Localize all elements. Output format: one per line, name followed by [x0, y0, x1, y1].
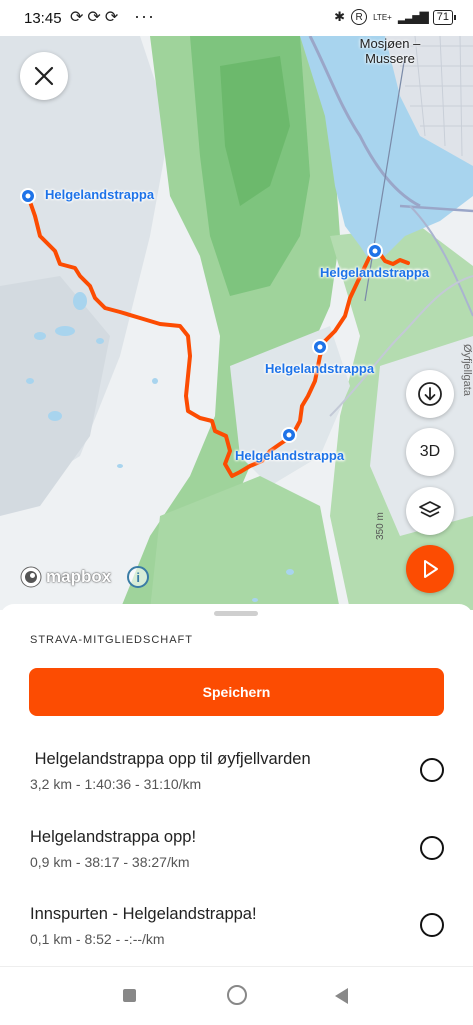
layers-button[interactable] — [406, 487, 454, 535]
sync-icons: ⟳ ⟳ ⟳ — [70, 9, 118, 27]
map-canvas — [0, 36, 473, 610]
segment-stats: 3,2 km - 1:40:36 - 31:10/km — [30, 776, 202, 792]
3d-label: 3D — [419, 443, 441, 460]
mapbox-wordmark: mapbox — [46, 567, 112, 586]
map-view[interactable]: Mosjøen – Mussere Øyfjellgata 350 m Helg… — [0, 36, 473, 610]
network-label: LTE+ — [373, 12, 392, 22]
more-notifications-icon: ··· — [134, 6, 155, 26]
segment-radio[interactable] — [420, 836, 444, 860]
segment-label[interactable]: Helgelandstrappa — [320, 265, 429, 280]
recents-icon[interactable] — [123, 989, 136, 1002]
battery-icon: 71 — [432, 9, 457, 25]
home-icon[interactable] — [227, 985, 247, 1005]
segment-marker-icon — [20, 188, 36, 204]
bluetooth-icon: ✱ — [334, 9, 346, 24]
download-button[interactable] — [406, 370, 454, 418]
system-nav-bar — [0, 966, 473, 1025]
segment-radio[interactable] — [420, 913, 444, 937]
sync-icon: ⟳ — [104, 9, 119, 26]
layers-icon — [419, 501, 441, 518]
close-button[interactable] — [20, 52, 68, 100]
segment-marker-icon — [312, 339, 328, 355]
save-button[interactable]: Speichern — [29, 668, 444, 716]
status-time: 13:45 — [24, 10, 62, 27]
download-icon — [418, 382, 442, 406]
sync-icon: ⟳ — [87, 9, 101, 26]
segment-name: Innspurten - Helgelandstrappa! — [30, 905, 257, 923]
segment-marker-icon — [367, 243, 383, 259]
close-icon — [34, 66, 54, 86]
segment-stats: 0,9 km - 38:17 - 38:27/km — [30, 854, 190, 870]
play-icon — [424, 560, 438, 578]
street-label: Øyfjellgata — [461, 344, 473, 396]
elevation-label: 350 m — [375, 512, 386, 540]
segment-label[interactable]: Helgelandstrappa — [265, 361, 374, 376]
mapbox-logo-icon — [20, 566, 42, 588]
play-flyover-button[interactable] — [406, 545, 454, 593]
section-title: STRAVA-MITGLIEDSCHAFT — [30, 634, 193, 646]
segment-name: Helgelandstrappa opp til øyfjellvarden — [30, 750, 311, 768]
back-icon[interactable] — [335, 988, 348, 1004]
mapbox-attribution[interactable]: mapbox i — [20, 566, 150, 588]
sheet-drag-handle[interactable] — [214, 611, 258, 616]
info-icon[interactable]: i — [127, 566, 150, 588]
segment-marker-icon — [281, 427, 297, 443]
segment-list-item[interactable]: Helgelandstrappa opp til øyfjellvarden 3… — [0, 750, 473, 828]
segment-radio[interactable] — [420, 758, 444, 782]
signal-icon: ▂▃▅▇ — [397, 10, 429, 24]
bottom-sheet: STRAVA-MITGLIEDSCHAFT Speichern Helgelan… — [0, 604, 473, 974]
segment-name: Helgelandstrappa opp! — [30, 828, 197, 846]
segment-label[interactable]: Helgelandstrappa — [45, 187, 154, 202]
registered-icon: R — [351, 9, 368, 25]
status-bar: 13:45 ⟳ ⟳ ⟳ ··· ✱ R LTE+ ▂▃▅▇ 71 — [0, 0, 473, 36]
segment-label[interactable]: Helgelandstrappa — [235, 448, 344, 463]
place-label: Mosjøen – Mussere — [359, 36, 421, 66]
segment-list-item[interactable]: Helgelandstrappa opp! 0,9 km - 38:17 - 3… — [0, 828, 473, 906]
3d-toggle-button[interactable]: 3D — [406, 428, 454, 476]
sync-icon: ⟳ — [70, 9, 84, 26]
segment-stats: 0,1 km - 8:52 - -:--/km — [30, 931, 165, 947]
status-right: ✱ R LTE+ ▂▃▅▇ 71 — [334, 9, 457, 25]
